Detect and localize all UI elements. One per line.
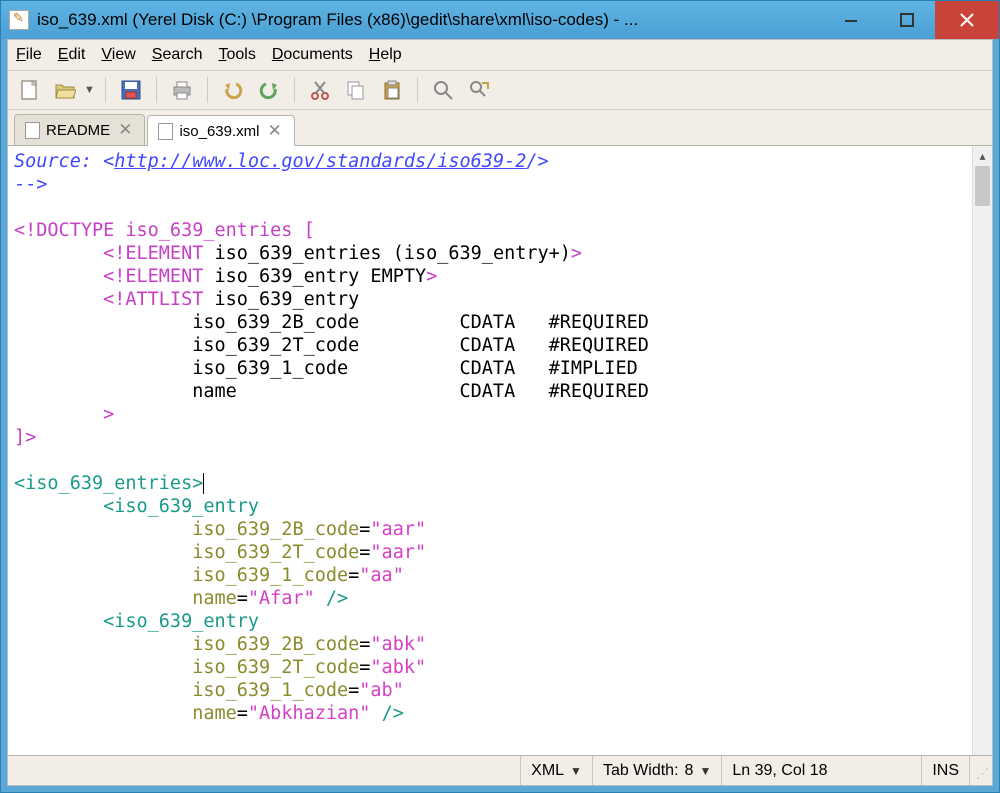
statusbar-spacer <box>8 756 521 785</box>
editor-area: Source: <http://www.loc.gov/standards/is… <box>8 146 992 755</box>
maximize-icon <box>900 13 914 27</box>
toolbar: ▼ <box>8 71 992 110</box>
cursor-position: Ln 39, Col 18 <box>722 756 922 785</box>
code-editor[interactable]: Source: <http://www.loc.gov/standards/is… <box>8 146 972 755</box>
resize-grip-icon[interactable]: ⋰ <box>970 756 992 785</box>
open-file-icon <box>54 79 76 101</box>
minimize-button[interactable] <box>823 1 879 39</box>
copy-icon <box>345 79 367 101</box>
redo-icon <box>258 79 280 101</box>
open-dropdown-arrow-icon[interactable]: ▼ <box>84 84 95 96</box>
minimize-icon <box>844 13 858 27</box>
client-area: File Edit View Search Tools Documents He… <box>7 39 993 786</box>
tab-readme[interactable]: README ✕ <box>14 114 145 145</box>
scroll-thumb[interactable] <box>975 166 990 206</box>
toolbar-separator <box>105 77 106 103</box>
titlebar[interactable]: iso_639.xml (Yerel Disk (C:) \Program Fi… <box>1 1 999 39</box>
document-icon <box>158 123 173 140</box>
find-button[interactable] <box>428 75 458 105</box>
redo-button[interactable] <box>254 75 284 105</box>
menu-search[interactable]: Search <box>152 46 203 64</box>
tab-label: iso_639.xml <box>179 123 259 140</box>
insert-mode[interactable]: INS <box>922 756 970 785</box>
tab-close-button[interactable]: ✕ <box>116 120 134 140</box>
print-button[interactable] <box>167 75 197 105</box>
open-file-button[interactable] <box>50 75 80 105</box>
tab-label: README <box>46 122 110 139</box>
statusbar: XML ▼ Tab Width: 8 ▼ Ln 39, Col 18 INS ⋰ <box>8 755 992 785</box>
print-icon <box>171 79 193 101</box>
toolbar-separator <box>417 77 418 103</box>
window-controls <box>823 1 999 39</box>
text-cursor <box>203 473 204 494</box>
tab-close-button[interactable]: ✕ <box>265 121 283 141</box>
save-button[interactable] <box>116 75 146 105</box>
paste-button[interactable] <box>377 75 407 105</box>
menu-tools[interactable]: Tools <box>218 46 255 64</box>
copy-button[interactable] <box>341 75 371 105</box>
find-replace-icon <box>468 79 490 101</box>
undo-button[interactable] <box>218 75 248 105</box>
menu-file[interactable]: File <box>16 46 42 64</box>
chevron-down-icon: ▼ <box>699 764 711 778</box>
scroll-up-icon[interactable]: ▴ <box>973 146 992 166</box>
tabwidth-selector[interactable]: Tab Width: 8 ▼ <box>593 756 722 785</box>
toolbar-separator <box>294 77 295 103</box>
menu-edit[interactable]: Edit <box>58 46 86 64</box>
toolbar-separator <box>207 77 208 103</box>
menu-view[interactable]: View <box>101 46 135 64</box>
window: iso_639.xml (Yerel Disk (C:) \Program Fi… <box>0 0 1000 793</box>
vertical-scrollbar[interactable]: ▴ <box>972 146 992 755</box>
find-icon <box>432 79 454 101</box>
menubar: File Edit View Search Tools Documents He… <box>8 40 992 71</box>
cut-icon <box>309 79 331 101</box>
tab-iso639[interactable]: iso_639.xml ✕ <box>147 115 294 146</box>
close-icon <box>960 13 974 27</box>
find-replace-button[interactable] <box>464 75 494 105</box>
filetype-selector[interactable]: XML ▼ <box>521 756 593 785</box>
new-file-icon <box>18 79 40 101</box>
menu-documents[interactable]: Documents <box>272 46 353 64</box>
paste-icon <box>381 79 403 101</box>
maximize-button[interactable] <box>879 1 935 39</box>
document-icon <box>25 122 40 139</box>
save-icon <box>120 79 142 101</box>
window-title: iso_639.xml (Yerel Disk (C:) \Program Fi… <box>37 10 823 30</box>
app-icon <box>9 10 29 30</box>
cut-button[interactable] <box>305 75 335 105</box>
toolbar-separator <box>156 77 157 103</box>
document-tabs: README ✕ iso_639.xml ✕ <box>8 110 992 146</box>
undo-icon <box>222 79 244 101</box>
close-button[interactable] <box>935 1 999 39</box>
new-file-button[interactable] <box>14 75 44 105</box>
chevron-down-icon: ▼ <box>570 764 582 778</box>
menu-help[interactable]: Help <box>369 46 402 64</box>
